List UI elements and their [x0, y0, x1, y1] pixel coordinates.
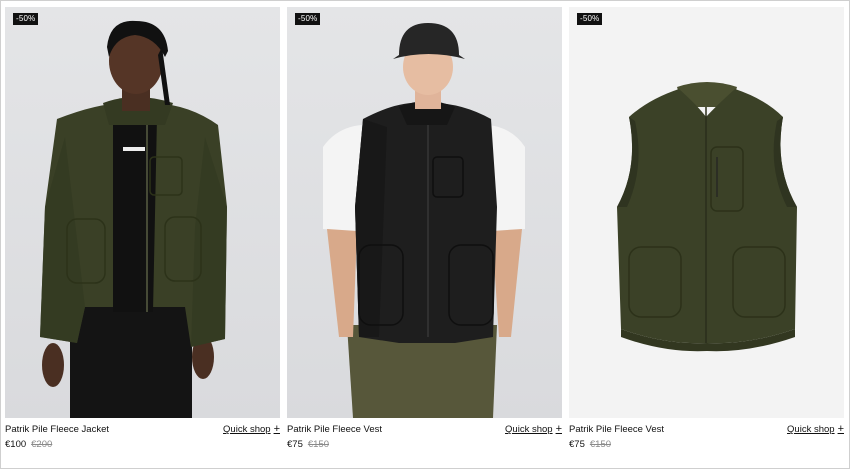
original-price: €200: [31, 439, 53, 450]
price-block: €100 €200: [5, 439, 52, 450]
quick-shop-label: Quick shop: [223, 424, 271, 435]
discount-badge: -50%: [13, 13, 39, 25]
product-image[interactable]: -50%: [287, 7, 562, 418]
discount-badge: -50%: [295, 13, 321, 25]
product-image[interactable]: -50%: [569, 7, 844, 418]
product-image[interactable]: -50%: [5, 7, 280, 418]
product-name[interactable]: Patrik Pile Fleece Vest: [287, 424, 382, 435]
original-price: €150: [589, 439, 611, 450]
quick-shop-link[interactable]: Quick shop +: [787, 423, 844, 436]
sale-price: €75: [569, 439, 585, 450]
sale-price: €100: [5, 439, 27, 450]
original-price: €150: [307, 439, 329, 450]
plus-icon: +: [837, 423, 844, 435]
product-meta: Patrik Pile Fleece Vest Quick shop + €75…: [287, 418, 562, 458]
product-card[interactable]: -50% Patrik Pile Fleece Vest Quick shop …: [569, 7, 844, 458]
model-in-fleece-jacket-image: [40, 20, 227, 418]
product-card[interactable]: -50% Patrik Pile Fleece Jacket Quick sho…: [5, 7, 280, 458]
discount-badge: -50%: [577, 13, 603, 25]
quick-shop-link[interactable]: Quick shop +: [505, 423, 562, 436]
price-block: €75 €150: [287, 439, 329, 450]
model-in-fleece-vest-image: [323, 23, 525, 418]
product-card[interactable]: -50% Patrik Pile Fleece Vest Quick shop …: [287, 7, 562, 458]
sale-price: €75: [287, 439, 303, 450]
product-name[interactable]: Patrik Pile Fleece Jacket: [5, 424, 109, 435]
quick-shop-link[interactable]: Quick shop +: [223, 423, 280, 436]
fleece-vest-product-image: [617, 82, 797, 352]
product-meta: Patrik Pile Fleece Vest Quick shop + €75…: [569, 418, 844, 458]
quick-shop-label: Quick shop: [505, 424, 553, 435]
product-name[interactable]: Patrik Pile Fleece Vest: [569, 424, 664, 435]
quick-shop-label: Quick shop: [787, 424, 835, 435]
plus-icon: +: [555, 423, 562, 435]
product-meta: Patrik Pile Fleece Jacket Quick shop + €…: [5, 418, 280, 458]
price-block: €75 €150: [569, 439, 611, 450]
plus-icon: +: [273, 423, 280, 435]
